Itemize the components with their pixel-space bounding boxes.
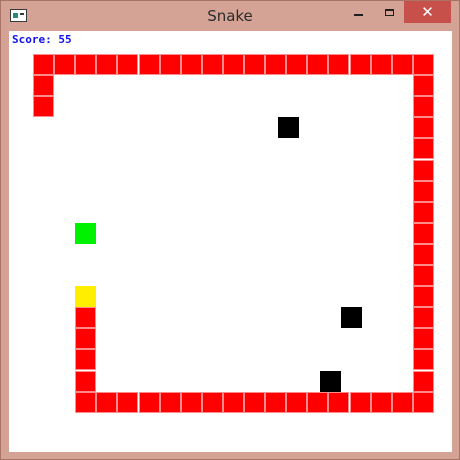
obstacle-block — [341, 307, 363, 329]
snake-segment — [33, 96, 55, 118]
snake-segment — [412, 286, 434, 308]
snake-segment — [96, 54, 118, 76]
score-label: Score: 55 — [12, 33, 72, 46]
minimize-button[interactable] — [343, 1, 373, 23]
close-button[interactable]: ✕ — [404, 1, 451, 23]
snake-segment — [412, 75, 434, 97]
minimize-icon — [353, 14, 363, 16]
snake-segment — [328, 391, 350, 413]
snake-segment — [201, 54, 223, 76]
snake-segment — [138, 54, 160, 76]
snake-segment — [75, 391, 97, 413]
snake-segment — [201, 391, 223, 413]
snake-segment — [75, 349, 97, 371]
snake-segment — [244, 54, 266, 76]
title-bar[interactable]: Snake ✕ — [1, 1, 459, 31]
snake-segment — [117, 54, 139, 76]
snake-segment — [412, 328, 434, 350]
snake-segment — [412, 138, 434, 160]
snake-segment — [412, 307, 434, 329]
snake-segment — [180, 54, 202, 76]
snake-segment — [412, 180, 434, 202]
snake-segment — [75, 328, 97, 350]
snake-segment — [222, 54, 244, 76]
snake-segment — [412, 96, 434, 118]
snake-segment — [328, 54, 350, 76]
snake-segment — [370, 54, 392, 76]
snake-segment — [138, 391, 160, 413]
snake-segment — [33, 75, 55, 97]
snake-segment — [286, 391, 308, 413]
snake-segment — [412, 349, 434, 371]
snake-segment — [412, 201, 434, 223]
obstacle-block — [277, 117, 299, 139]
maximize-button[interactable] — [375, 1, 403, 23]
snake-segment — [180, 391, 202, 413]
food-pellet — [75, 222, 97, 244]
snake-segment — [96, 391, 118, 413]
snake-segment — [349, 391, 371, 413]
game-window: Snake ✕ Score: 55 — [0, 0, 460, 460]
close-icon: ✕ — [421, 3, 434, 21]
snake-segment — [349, 54, 371, 76]
snake-segment — [412, 370, 434, 392]
snake-head — [75, 286, 97, 308]
snake-segment — [307, 391, 329, 413]
snake-segment — [412, 159, 434, 181]
snake-segment — [54, 54, 76, 76]
snake-segment — [244, 391, 266, 413]
snake-segment — [159, 54, 181, 76]
snake-segment — [412, 222, 434, 244]
snake-segment — [412, 117, 434, 139]
maximize-icon — [384, 8, 394, 16]
snake-segment — [75, 370, 97, 392]
snake-segment — [265, 54, 287, 76]
snake-segment — [391, 54, 413, 76]
snake-segment — [307, 54, 329, 76]
obstacle-block — [320, 370, 342, 392]
snake-segment — [33, 54, 55, 76]
snake-segment — [391, 391, 413, 413]
snake-segment — [412, 391, 434, 413]
snake-segment — [159, 391, 181, 413]
snake-segment — [265, 391, 287, 413]
snake-segment — [412, 54, 434, 76]
snake-segment — [222, 391, 244, 413]
snake-segment — [75, 307, 97, 329]
snake-segment — [286, 54, 308, 76]
snake-segment — [370, 391, 392, 413]
snake-segment — [412, 243, 434, 265]
snake-segment — [412, 265, 434, 287]
snake-segment — [117, 391, 139, 413]
game-board[interactable]: Score: 55 — [9, 31, 452, 452]
snake-segment — [75, 54, 97, 76]
